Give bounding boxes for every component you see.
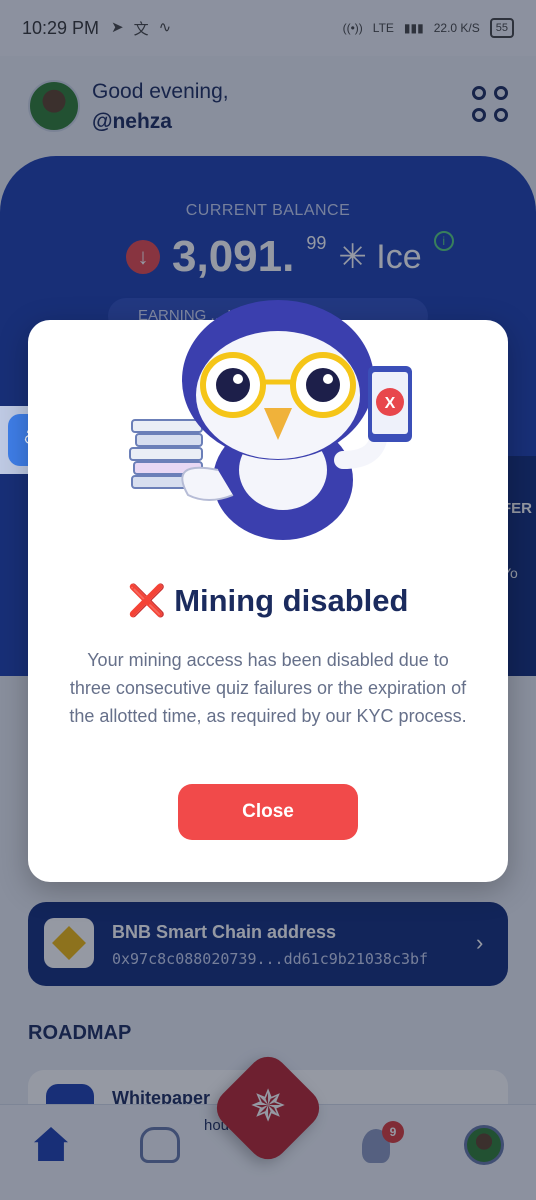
dialog-message: Your mining access has been disabled due… — [69, 650, 467, 726]
dialog-title: ❌ Mining disabled — [28, 582, 508, 619]
close-button[interactable]: Close — [178, 784, 358, 840]
phone-x-mark: X — [385, 395, 396, 412]
dialog-title-text: Mining disabled — [174, 583, 409, 618]
owl-illustration: X — [129, 300, 412, 540]
mining-disabled-dialog: X ❌ Mining disabled Your mining access ha… — [28, 300, 508, 882]
cross-mark-icon: ❌ — [127, 583, 167, 618]
